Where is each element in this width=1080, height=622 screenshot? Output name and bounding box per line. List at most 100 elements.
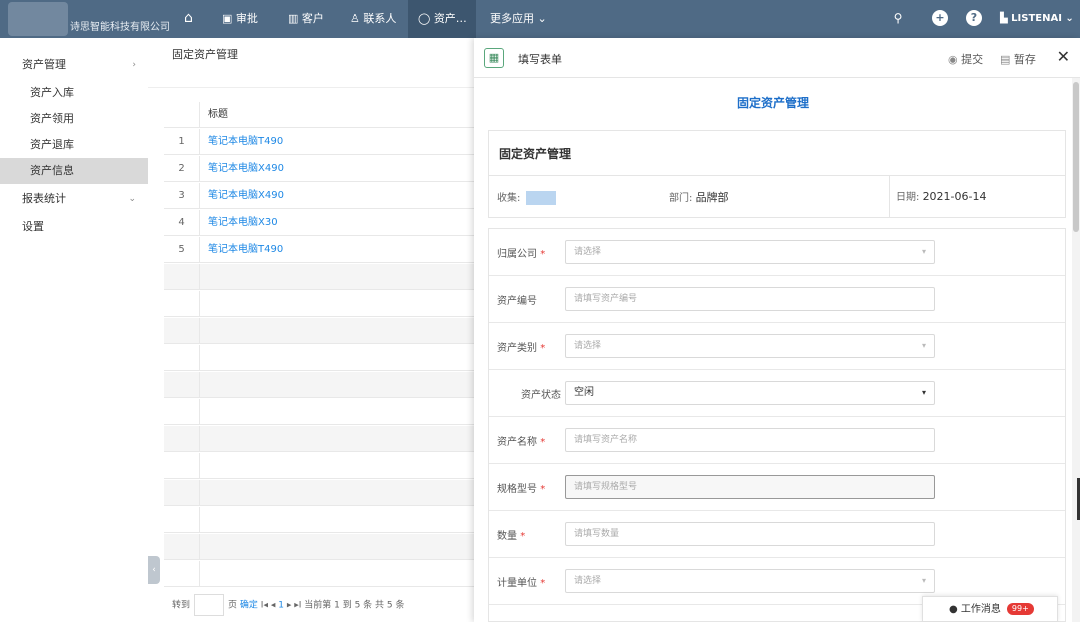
table-row[interactable]: 2 笔记本电脑X490 xyxy=(164,156,474,182)
row-number: 2 xyxy=(164,156,200,182)
add-icon[interactable]: + xyxy=(932,10,948,26)
close-icon[interactable]: ✕ xyxy=(1057,47,1070,66)
goto-label: 转到 xyxy=(172,600,191,611)
field-label: 资产编号 xyxy=(497,296,537,307)
row-number: 3 xyxy=(164,183,200,209)
field-asset-category: 资产类别 * 请选择 ▾ xyxy=(489,323,1065,370)
sidebar-item-reports[interactable]: 报表统计 ⌄ xyxy=(0,186,148,212)
more-apps-menu[interactable]: 更多应用 ⌄ xyxy=(490,0,547,38)
row-title-link[interactable]: 笔记本电脑X490 xyxy=(208,183,284,209)
search-icon[interactable]: ⚲ xyxy=(890,10,906,26)
top-bar: 诗思智能科技有限公司 ⌂ ▣ 审批 ▥ 客户 ♙ 联系人 ◯ 资产… 更多应用 … xyxy=(0,0,1080,38)
asset-list-area: 固定资产管理 标题 1 笔记本电脑T490 2 笔记本电脑X490 3 笔记本电脑X4… xyxy=(148,38,474,622)
empty-row xyxy=(164,453,474,479)
field-quantity: 数量 * 请填写数量 xyxy=(489,511,1065,558)
chevron-right-icon: › xyxy=(132,60,136,70)
page-summary: 当前第 1 到 5 条 共 5 条 xyxy=(304,600,405,611)
model-input[interactable]: 请填写规格型号 xyxy=(565,475,935,499)
table-header-row: 标题 xyxy=(164,102,474,128)
save-icon: ▤ xyxy=(1000,53,1014,66)
nav-assets[interactable]: ◯ 资产… xyxy=(408,0,476,38)
table-row[interactable]: 4 笔记本电脑X30 xyxy=(164,210,474,236)
contacts-icon: ♙ xyxy=(350,12,364,25)
empty-row xyxy=(164,480,474,506)
help-icon[interactable]: ? xyxy=(966,10,982,26)
field-asset-status: 资产状态 空闲 ▾ xyxy=(489,370,1065,417)
sidebar-item-settings[interactable]: 设置 xyxy=(0,214,148,240)
field-asset-name: 资产名称 * 请填写资产名称 xyxy=(489,417,1065,464)
row-number-header xyxy=(164,102,200,128)
asset-number-input[interactable]: 请填写资产编号 xyxy=(565,287,935,311)
nav-customer[interactable]: ▥ 客户 xyxy=(288,0,324,38)
sidebar-item-asset-info[interactable]: 资产信息 xyxy=(0,158,148,184)
page-jump-input[interactable] xyxy=(194,594,225,616)
field-label: 计量单位 * xyxy=(497,578,546,589)
list-header: 固定资产管理 xyxy=(148,38,474,88)
nav-approval[interactable]: ▣ 审批 xyxy=(222,0,258,38)
row-number: 4 xyxy=(164,210,200,236)
chat-icon: ● xyxy=(949,604,961,615)
check-circle-icon: ◉ xyxy=(948,53,962,66)
confirm-button[interactable]: 确定 xyxy=(240,601,258,611)
sidebar-item-asset-return[interactable]: 资产退库 xyxy=(0,132,148,158)
company-name: 诗思智能科技有限公司 xyxy=(70,22,170,33)
company-logo xyxy=(8,2,68,36)
sidebar-item-asset-inbound[interactable]: 资产入库 xyxy=(0,80,148,106)
table-row[interactable]: 3 笔记本电脑X490 xyxy=(164,183,474,209)
save-draft-button[interactable]: ▤ 暂存 xyxy=(1000,51,1036,67)
dropdown-arrow-icon: ▾ xyxy=(921,247,926,256)
sidebar-item-asset-management[interactable]: 资产管理 › xyxy=(0,52,148,78)
row-title-link[interactable]: 笔记本电脑X490 xyxy=(208,156,284,182)
current-page-number[interactable]: 1 xyxy=(278,601,284,611)
panel-header: ▦ 填写表单 ◉ 提交 ▤ 暂存 ✕ xyxy=(474,38,1080,78)
next-last-page-buttons[interactable]: ▸ ▸I xyxy=(287,601,302,611)
row-number: 5 xyxy=(164,237,200,263)
table-row[interactable]: 5 笔记本电脑T490 xyxy=(164,237,474,263)
empty-row xyxy=(164,399,474,425)
asset-category-select[interactable]: 请选择 ▾ xyxy=(565,334,935,358)
form-info-card: 固定资产管理 收集: 部门: 品牌部 日期: 2021-06-14 xyxy=(488,130,1066,218)
table-row[interactable]: 1 笔记本电脑T490 xyxy=(164,129,474,155)
empty-row xyxy=(164,291,474,317)
nav-contacts[interactable]: ♙ 联系人 xyxy=(350,0,396,38)
collapse-sidebar-button[interactable]: ‹ xyxy=(148,556,160,584)
form-fields: 归属公司 * 请选择 ▾ 资产编号 请填写资产编号 资产类别 * 请选择 ▾ 资产状… xyxy=(488,228,1066,622)
field-label: 资产状态 xyxy=(521,390,561,401)
date-field: 日期: 2021-06-14 xyxy=(889,176,987,217)
asset-status-select[interactable]: 空闲 ▾ xyxy=(565,381,935,405)
quantity-input[interactable]: 请填写数量 xyxy=(565,522,935,546)
user-menu[interactable]: ▙ LISTENAI ⌄ xyxy=(1000,0,1074,38)
chevron-down-icon: ⌄ xyxy=(128,194,136,204)
scrollbar-thumb[interactable] xyxy=(1073,82,1079,232)
department-field: 部门: 品牌部 xyxy=(669,191,729,204)
field-asset-number: 资产编号 请填写资产编号 xyxy=(489,276,1065,323)
submit-button[interactable]: ◉ 提交 xyxy=(948,51,983,67)
form-title: 固定资产管理 xyxy=(736,96,809,110)
row-title-link[interactable]: 笔记本电脑T490 xyxy=(208,237,283,263)
empty-row xyxy=(164,561,474,587)
calendar-icon: ▦ xyxy=(484,48,504,68)
home-icon[interactable]: ⌂ xyxy=(184,10,193,26)
form-panel: ▦ 填写表单 ◉ 提交 ▤ 暂存 ✕ 固定资产管理 固定资产管理 收集: 部门:… xyxy=(474,38,1080,622)
asset-name-input[interactable]: 请填写资产名称 xyxy=(565,428,935,452)
sidebar-item-asset-requisition[interactable]: 资产领用 xyxy=(0,106,148,132)
collector-field: 收集: xyxy=(497,189,557,205)
company-select[interactable]: 请选择 ▾ xyxy=(565,240,935,264)
page-unit-label: 页 xyxy=(228,600,238,611)
empty-row xyxy=(164,534,474,560)
first-prev-page-buttons[interactable]: I◂ ◂ xyxy=(261,601,276,611)
row-title-link[interactable]: 笔记本电脑T490 xyxy=(208,129,283,155)
form-meta-row: 收集: 部门: 品牌部 日期: 2021-06-14 xyxy=(489,175,1065,217)
row-number: 1 xyxy=(164,129,200,155)
field-label: 资产类别 * xyxy=(497,343,546,354)
panel-title: 填写表单 xyxy=(518,53,562,66)
field-label: 规格型号 * xyxy=(497,484,546,495)
pagination: 转到 页 确定 I◂ ◂ 1 ▸ ▸I 当前第 1 到 5 条 共 5 条 xyxy=(172,594,405,616)
customer-icon: ▥ xyxy=(288,12,302,25)
work-messages-button[interactable]: ● 工作消息 99+ xyxy=(922,596,1058,622)
card-title: 固定资产管理 xyxy=(499,147,572,161)
unit-select[interactable]: 请选择 ▾ xyxy=(565,569,935,593)
empty-row xyxy=(164,372,474,398)
row-title-link[interactable]: 笔记本电脑X30 xyxy=(208,210,278,236)
field-label: 数量 * xyxy=(497,531,526,542)
